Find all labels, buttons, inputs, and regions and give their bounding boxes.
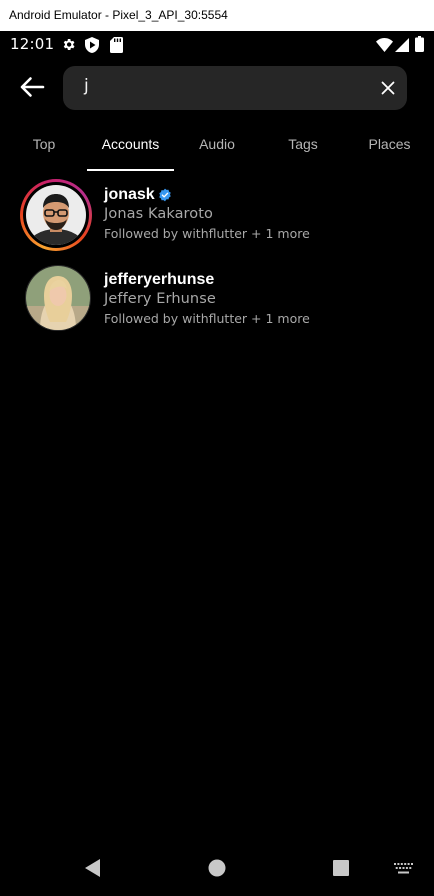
tab-places[interactable]: Places [346,127,433,167]
cell-signal-icon [395,38,409,52]
nav-recents-icon[interactable] [333,860,349,876]
search-row: j [1,65,433,111]
followed-by-text: Followed by withflutter + 1 more [104,311,310,326]
account-results-list: jonask Jonas Kakaroto Followed by withfl… [1,177,433,347]
back-arrow-icon[interactable] [19,76,45,98]
tab-audio[interactable]: Audio [174,127,260,167]
account-result-row[interactable]: jefferyerhunse Jeffery Erhunse Followed … [1,262,433,347]
nav-home-icon[interactable] [208,859,226,877]
username: jefferyerhunse [104,271,215,288]
verified-badge-icon [158,188,171,202]
avatar[interactable] [25,265,91,331]
keyboard-icon[interactable] [394,863,413,875]
play-protect-icon [85,37,99,53]
phone-screen: 12:01 j Top Accounts Audio Tags Places j… [1,31,433,895]
active-tab-indicator [87,169,174,171]
system-navigation-bar [1,851,433,895]
avatar-photo [26,185,86,245]
account-result-row[interactable]: jonask Jonas Kakaroto Followed by withfl… [1,177,433,262]
full-name: Jonas Kakaroto [104,206,214,222]
settings-icon [63,39,75,50]
tab-tags[interactable]: Tags [260,127,346,167]
tab-accounts[interactable]: Accounts [87,127,174,167]
search-input[interactable]: j [63,66,407,110]
tab-top[interactable]: Top [1,127,87,167]
sd-card-icon [110,37,123,53]
search-tabs: Top Accounts Audio Tags Places [1,127,433,173]
nav-back-icon[interactable] [85,859,101,877]
battery-icon [415,36,424,52]
window-title: Android Emulator - Pixel_3_API_30:5554 [9,8,228,22]
avatar-photo [26,266,90,330]
avatar [26,185,86,245]
emulator-title-bar: Android Emulator - Pixel_3_API_30:5554 [0,0,434,31]
username: jonask [104,186,155,203]
story-ring[interactable] [20,179,92,251]
status-time: 12:01 [10,35,55,53]
status-bar: 12:01 [1,31,433,59]
search-query-text[interactable]: j [84,76,89,96]
full-name: Jeffery Erhunse [104,291,216,307]
wifi-icon [376,38,393,52]
clear-search-icon[interactable] [381,81,395,95]
followed-by-text: Followed by withflutter + 1 more [104,226,310,241]
